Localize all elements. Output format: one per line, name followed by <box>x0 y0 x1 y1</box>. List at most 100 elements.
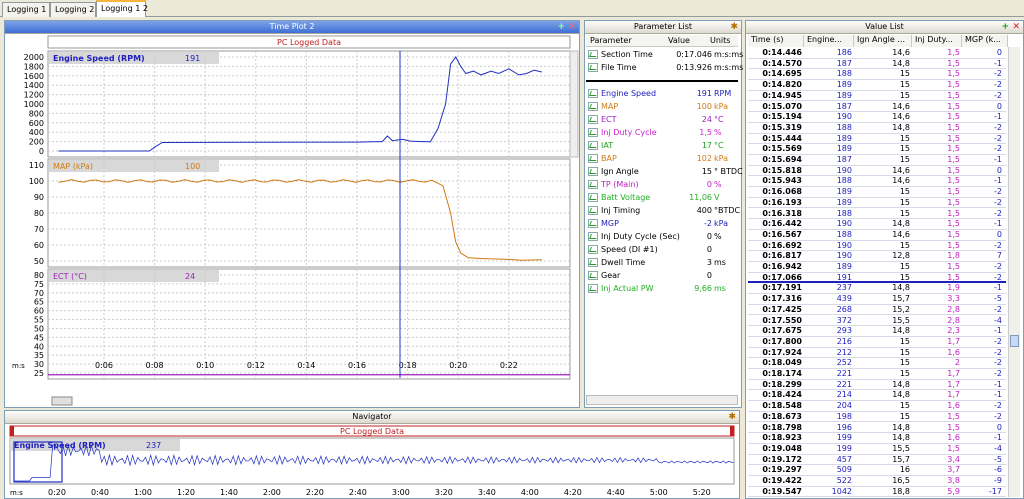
pane-y-tick: 1400 <box>24 81 44 90</box>
table-row[interactable]: 0:19.297 509 16 3,7 -6 <box>748 465 1006 476</box>
parameter-row[interactable]: IAT 17 °C <box>586 139 738 152</box>
table-row[interactable]: 0:15.569 189 15 1,5 -2 <box>748 144 1006 155</box>
parameter-row[interactable]: TP (Main) 0% <box>586 178 738 191</box>
add-icon[interactable]: + <box>1001 22 1009 32</box>
tab-logging-1[interactable]: Logging 1 <box>2 2 50 17</box>
parameter-row[interactable]: Speed (DI #1) 0 <box>586 243 738 256</box>
table-row[interactable]: 0:19.547 1042 18,8 5,9 -17 <box>748 487 1006 498</box>
table-row[interactable]: 0:17.191 237 14,8 1,9 -1 <box>748 283 1006 295</box>
pane-y-tick: 70 <box>34 225 44 234</box>
parameter-row[interactable]: Section Time 0:17.046 m:s:ms <box>586 48 743 61</box>
table-row[interactable]: 0:15.070 187 14,6 1,5 0 <box>748 102 1006 113</box>
header-value[interactable]: Value <box>668 36 690 45</box>
parameter-row[interactable]: Gear 0 <box>586 269 738 282</box>
table-row[interactable]: 0:17.800 216 15 1,7 -2 <box>748 337 1006 348</box>
table-cell: 15,7 <box>892 454 910 464</box>
tab-logging-2[interactable]: Logging 2 <box>50 2 96 17</box>
table-row[interactable]: 0:14.820 189 15 1,5 -2 <box>748 80 1006 91</box>
table-row[interactable]: 0:16.817 190 12,8 1,8 7 <box>748 251 1006 262</box>
table-row[interactable]: 0:18.673 198 15 1,5 -2 <box>748 412 1006 423</box>
table-row[interactable]: 0:15.943 188 14,6 1,5 -1 <box>748 176 1006 188</box>
table-row[interactable]: 0:18.923 199 14,8 1,6 -1 <box>748 433 1006 444</box>
table-row[interactable]: 0:18.049 252 15 2 -2 <box>748 358 1006 369</box>
table-row[interactable]: 0:18.548 204 15 1,6 -2 <box>748 401 1006 412</box>
value-list-column-header[interactable]: Inj Duty... <box>912 35 962 47</box>
table-row[interactable]: 0:15.694 187 15 1,5 -1 <box>748 155 1006 166</box>
navigator-chart[interactable]: PC Logged Data Engine Speed (RPM) 237 0:… <box>4 423 740 499</box>
table-row[interactable]: 0:19.172 457 15,7 3,4 -5 <box>748 455 1006 466</box>
table-row[interactable]: 0:14.695 188 15 1,5 -2 <box>748 69 1006 81</box>
table-row[interactable]: 0:16.442 190 14,8 1,5 -1 <box>748 219 1006 230</box>
table-row[interactable]: 0:19.048 199 15,5 1,5 -4 <box>748 444 1006 455</box>
tab-logging-1-2[interactable]: Logging 1 2 <box>96 0 148 17</box>
time-plot-chart[interactable]: PC Logged Data 2000180016001400120010008… <box>4 33 580 408</box>
value-list-scroll-thumb[interactable] <box>1010 335 1019 347</box>
horizontal-scrollbar[interactable] <box>51 396 73 406</box>
value-list-column-header[interactable]: Time (s) <box>748 35 804 47</box>
table-row[interactable]: 0:14.570 187 14,8 1,5 -1 <box>748 59 1006 70</box>
table-row[interactable]: 0:18.424 214 14,8 1,7 -1 <box>748 390 1006 402</box>
table-row[interactable]: 0:17.924 212 15 1,6 -2 <box>748 348 1006 359</box>
table-row[interactable]: 0:16.692 190 15 1,5 -2 <box>748 241 1006 252</box>
parameter-row[interactable]: Inj Actual PW 9,66 ms <box>586 282 738 295</box>
parameter-row[interactable]: Dwell Time 3 ms <box>586 256 738 269</box>
parameter-row[interactable]: ECT 24 °C <box>586 113 738 126</box>
trend-icon <box>588 271 598 280</box>
add-icon[interactable]: + <box>557 22 565 32</box>
parameter-row[interactable]: File Time 0:13.926 m:s:ms <box>586 61 743 74</box>
table-cell: 0:17.800 <box>762 336 802 346</box>
table-row[interactable]: 0:14.945 189 15 1,5 -2 <box>748 91 1006 102</box>
table-cell: -2 <box>994 187 1002 197</box>
table-row[interactable]: 0:15.444 189 15 1,5 -2 <box>748 134 1006 145</box>
table-row[interactable]: 0:15.319 188 14,8 1,5 -2 <box>748 123 1006 134</box>
table-row[interactable]: 0:15.818 190 14,6 1,5 0 <box>748 166 1006 177</box>
table-row[interactable]: 0:17.675 293 14,8 2,3 -1 <box>748 326 1006 337</box>
table-cell: 2,3 <box>947 326 960 336</box>
table-row[interactable]: 0:18.798 196 14,8 1,5 0 <box>748 423 1006 434</box>
table-row[interactable]: 0:15.194 190 14,6 1,5 -1 <box>748 112 1006 123</box>
table-row[interactable]: 0:16.068 189 15 1,5 -2 <box>748 187 1006 198</box>
table-row[interactable]: 0:18.174 221 15 1,7 -2 <box>748 369 1006 380</box>
navigator-range-left-marker[interactable] <box>10 426 14 436</box>
header-units[interactable]: Units <box>710 36 730 45</box>
table-cell: 509 <box>836 465 852 475</box>
parameter-row[interactable]: Inj Duty Cycle 1,5% <box>586 126 738 139</box>
table-row[interactable]: 0:16.318 188 15 1,5 -2 <box>748 209 1006 220</box>
table-cell: 15 <box>899 411 910 421</box>
table-cell: 14,8 <box>892 58 910 68</box>
parameter-row[interactable]: Engine Speed 191 RPM <box>586 87 738 100</box>
table-row[interactable]: 0:19.422 522 16,5 3,8 -9 <box>748 476 1006 487</box>
value-list-column-header[interactable]: Engine... <box>804 35 854 47</box>
table-row[interactable]: 0:16.942 189 15 1,5 -2 <box>748 262 1006 273</box>
parameter-row[interactable]: MAP 100 kPa <box>586 100 738 113</box>
settings-icon[interactable]: ✱ <box>730 22 738 32</box>
value-list-scrollbar[interactable] <box>1008 47 1020 497</box>
table-row[interactable]: 0:18.299 221 14,8 1,7 -1 <box>748 380 1006 391</box>
parameter-row[interactable]: Ign Angle 15 ° BTDC <box>586 165 743 178</box>
table-cell: 0:19.547 <box>762 486 802 496</box>
table-row[interactable]: 0:16.567 188 14,6 1,5 0 <box>748 230 1006 241</box>
table-row[interactable]: 0:17.550 372 15,5 2,8 -4 <box>748 316 1006 327</box>
parameter-unit: ° BTDC <box>714 167 743 176</box>
navigator-range-right-marker[interactable] <box>730 426 734 436</box>
table-row[interactable]: 0:17.066 191 15 1,5 -2 <box>748 273 1006 284</box>
vertical-scrollbar[interactable] <box>569 50 579 158</box>
header-parameter[interactable]: Parameter <box>590 36 632 45</box>
parameter-list-scrollbar[interactable] <box>586 395 738 405</box>
table-cell: 0:16.567 <box>762 229 802 239</box>
parameter-row[interactable]: Inj Duty Cycle (Sec) 0% <box>586 230 738 243</box>
table-row[interactable]: 0:17.316 439 15,7 3,3 -5 <box>748 294 1006 305</box>
parameter-row[interactable]: MGP -2 kPa <box>586 217 738 230</box>
parameter-row[interactable]: Inj Timing 400 °BTDC <box>586 204 740 217</box>
parameter-row[interactable]: Batt Voltage 11,06 V <box>586 191 738 204</box>
settings-icon[interactable]: ✱ <box>728 412 736 422</box>
table-row[interactable]: 0:17.425 268 15,2 2,8 -2 <box>748 305 1006 316</box>
value-list-column-header[interactable]: MGP (k... <box>962 35 1008 47</box>
table-row[interactable]: 0:14.446 186 14,6 1,5 0 <box>748 48 1006 59</box>
pane-channel-label: MAP (kPa) <box>53 162 93 171</box>
value-list-column-header[interactable]: Ign Angle ... <box>854 35 912 47</box>
close-icon[interactable]: ✕ <box>568 22 576 32</box>
close-icon[interactable]: ✕ <box>1012 22 1020 32</box>
table-row[interactable]: 0:16.193 189 15 1,5 -2 <box>748 198 1006 209</box>
parameter-row[interactable]: BAP 102 kPa <box>586 152 738 165</box>
